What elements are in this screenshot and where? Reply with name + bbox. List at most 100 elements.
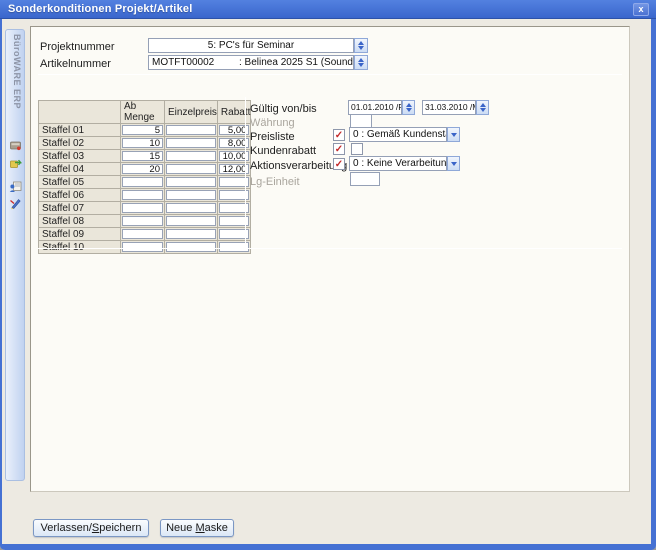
table-row: Staffel 07	[39, 202, 251, 215]
einzelpreis-field[interactable]	[166, 216, 216, 226]
artikelnummer-field[interactable]: MOTFT00002 : Belinea 2025 S1 (Sound, Sil…	[148, 55, 354, 70]
preisliste-dropdown[interactable]: 0 : Gemäß Kundenstamm	[349, 127, 447, 142]
window-border-right	[651, 19, 656, 550]
abmenge-field[interactable]: 20	[122, 164, 163, 174]
einzelpreis-field[interactable]	[166, 177, 216, 187]
brand-label: BüroWARE ERP	[10, 34, 22, 109]
col-header-einzelpreis: Einzelpreis	[165, 101, 218, 124]
table-row: Staffel 06	[39, 189, 251, 202]
table-row: Staffel 09	[39, 228, 251, 241]
separator	[38, 248, 622, 249]
window-border-bottom	[0, 544, 656, 550]
close-icon[interactable]: x	[633, 3, 649, 16]
projektnummer-field[interactable]: 5: PC's für Seminar	[148, 38, 354, 53]
arrow-up-icon	[358, 41, 364, 45]
signature-pen-icon[interactable]	[9, 197, 22, 210]
separator	[38, 74, 622, 75]
einzelpreis-field[interactable]	[166, 242, 216, 252]
row-label: Staffel 01	[39, 124, 121, 137]
aktionsverarbeitung-dropdown-button[interactable]	[447, 156, 460, 171]
table-row: Staffel 03 15 10,00	[39, 150, 251, 163]
abmenge-field[interactable]: 10	[122, 138, 163, 148]
einzelpreis-field[interactable]	[166, 203, 216, 213]
button-label: peichern	[99, 522, 141, 534]
lg-einheit-field[interactable]	[350, 172, 380, 186]
row-label: Staffel 08	[39, 215, 121, 228]
abmenge-field[interactable]: 5	[122, 125, 163, 135]
artikelnummer-label: Artikelnummer	[40, 58, 111, 70]
abmenge-field[interactable]	[122, 229, 163, 239]
artikelnummer-spinner[interactable]	[354, 55, 368, 70]
table-row: Staffel 10	[39, 241, 251, 254]
table-header-row: Ab Menge Einzelpreis Rabatt	[39, 101, 251, 124]
button-label: Verlassen/	[41, 522, 92, 534]
arrow-down-icon	[358, 63, 364, 67]
package-transfer-icon[interactable]	[9, 157, 22, 170]
content-panel	[30, 26, 630, 492]
einzelpreis-field[interactable]	[166, 151, 216, 161]
row-label: Staffel 06	[39, 189, 121, 202]
row-label: Staffel 10	[39, 241, 121, 254]
arrow-down-icon	[406, 108, 412, 112]
chevron-down-icon	[451, 162, 457, 166]
abmenge-field[interactable]	[122, 216, 163, 226]
staffel-table: Ab Menge Einzelpreis Rabatt Staffel 01 5…	[38, 100, 251, 254]
verlassen-speichern-button[interactable]: Verlassen/Speichern	[33, 519, 149, 537]
arrow-up-icon	[480, 103, 486, 107]
arrow-down-icon	[480, 108, 486, 112]
lg-einheit-label: Lg-Einheit	[250, 176, 300, 188]
table-row: Staffel 01 5 5,00	[39, 124, 251, 137]
col-header-abmenge: Ab Menge	[121, 101, 165, 124]
einzelpreis-field[interactable]	[166, 164, 216, 174]
einzelpreis-field[interactable]	[166, 229, 216, 239]
chevron-down-icon	[451, 133, 457, 137]
gueltig-von-spinner[interactable]	[402, 100, 415, 115]
dialog-title: Sonderkonditionen Projekt/Artikel	[8, 3, 192, 15]
preisliste-dropdown-button[interactable]	[447, 127, 460, 142]
separator	[245, 97, 246, 248]
gueltig-von-field[interactable]: 01.01.2010 /Fr	[348, 100, 402, 115]
projektnummer-spinner[interactable]	[354, 38, 368, 53]
table-row: Staffel 08	[39, 215, 251, 228]
row-label: Staffel 09	[39, 228, 121, 241]
preisliste-label: Preisliste	[250, 131, 295, 143]
gueltig-bis-spinner[interactable]	[476, 100, 489, 115]
row-label: Staffel 07	[39, 202, 121, 215]
arrow-down-icon	[358, 46, 364, 50]
projektnummer-value: 5: PC's für Seminar	[208, 40, 294, 51]
col-header-empty	[39, 101, 121, 124]
button-label: Neue	[166, 522, 195, 534]
artikelnummer-desc: : Belinea 2025 S1 (Sound, Silber)	[239, 56, 354, 69]
row-label: Staffel 02	[39, 137, 121, 150]
arrow-up-icon	[406, 103, 412, 107]
projektnummer-label: Projektnummer	[40, 41, 115, 53]
kundenrabatt-enable-checkbox[interactable]: ✓	[333, 143, 345, 155]
gueltig-bis-field[interactable]: 31.03.2010 /Mi	[422, 100, 476, 115]
titlebar: Sonderkonditionen Projekt/Artikel	[0, 0, 656, 19]
abmenge-field[interactable]	[122, 177, 163, 187]
button-label: aske	[205, 522, 228, 534]
preisliste-checkbox[interactable]: ✓	[333, 129, 345, 141]
einzelpreis-field[interactable]	[166, 138, 216, 148]
einzelpreis-field[interactable]	[166, 125, 216, 135]
table-row: Staffel 04 20 12,00	[39, 163, 251, 176]
abmenge-field[interactable]	[122, 190, 163, 200]
abmenge-field[interactable]	[122, 242, 163, 252]
dialog-sonderkonditionen: Sonderkonditionen Projekt/Artikel x Büro…	[0, 0, 656, 550]
waehrung-label: Währung	[250, 117, 295, 129]
row-label: Staffel 03	[39, 150, 121, 163]
contact-notes-icon[interactable]	[9, 180, 22, 193]
aktionsverarbeitung-dropdown[interactable]: 0 : Keine Verarbeitung	[349, 156, 447, 171]
waehrung-field[interactable]	[350, 114, 372, 128]
aktionsverarbeitung-checkbox[interactable]: ✓	[333, 158, 345, 170]
table-row: Staffel 02 10 8,00	[39, 137, 251, 150]
neue-maske-button[interactable]: Neue Maske	[160, 519, 234, 537]
row-label: Staffel 04	[39, 163, 121, 176]
table-row: Staffel 05	[39, 176, 251, 189]
abmenge-field[interactable]	[122, 203, 163, 213]
artikelnummer-code: MOTFT00002	[152, 56, 214, 69]
card-index-icon[interactable]	[9, 139, 22, 152]
einzelpreis-field[interactable]	[166, 190, 216, 200]
abmenge-field[interactable]: 15	[122, 151, 163, 161]
kundenrabatt-checkbox[interactable]	[351, 143, 363, 155]
